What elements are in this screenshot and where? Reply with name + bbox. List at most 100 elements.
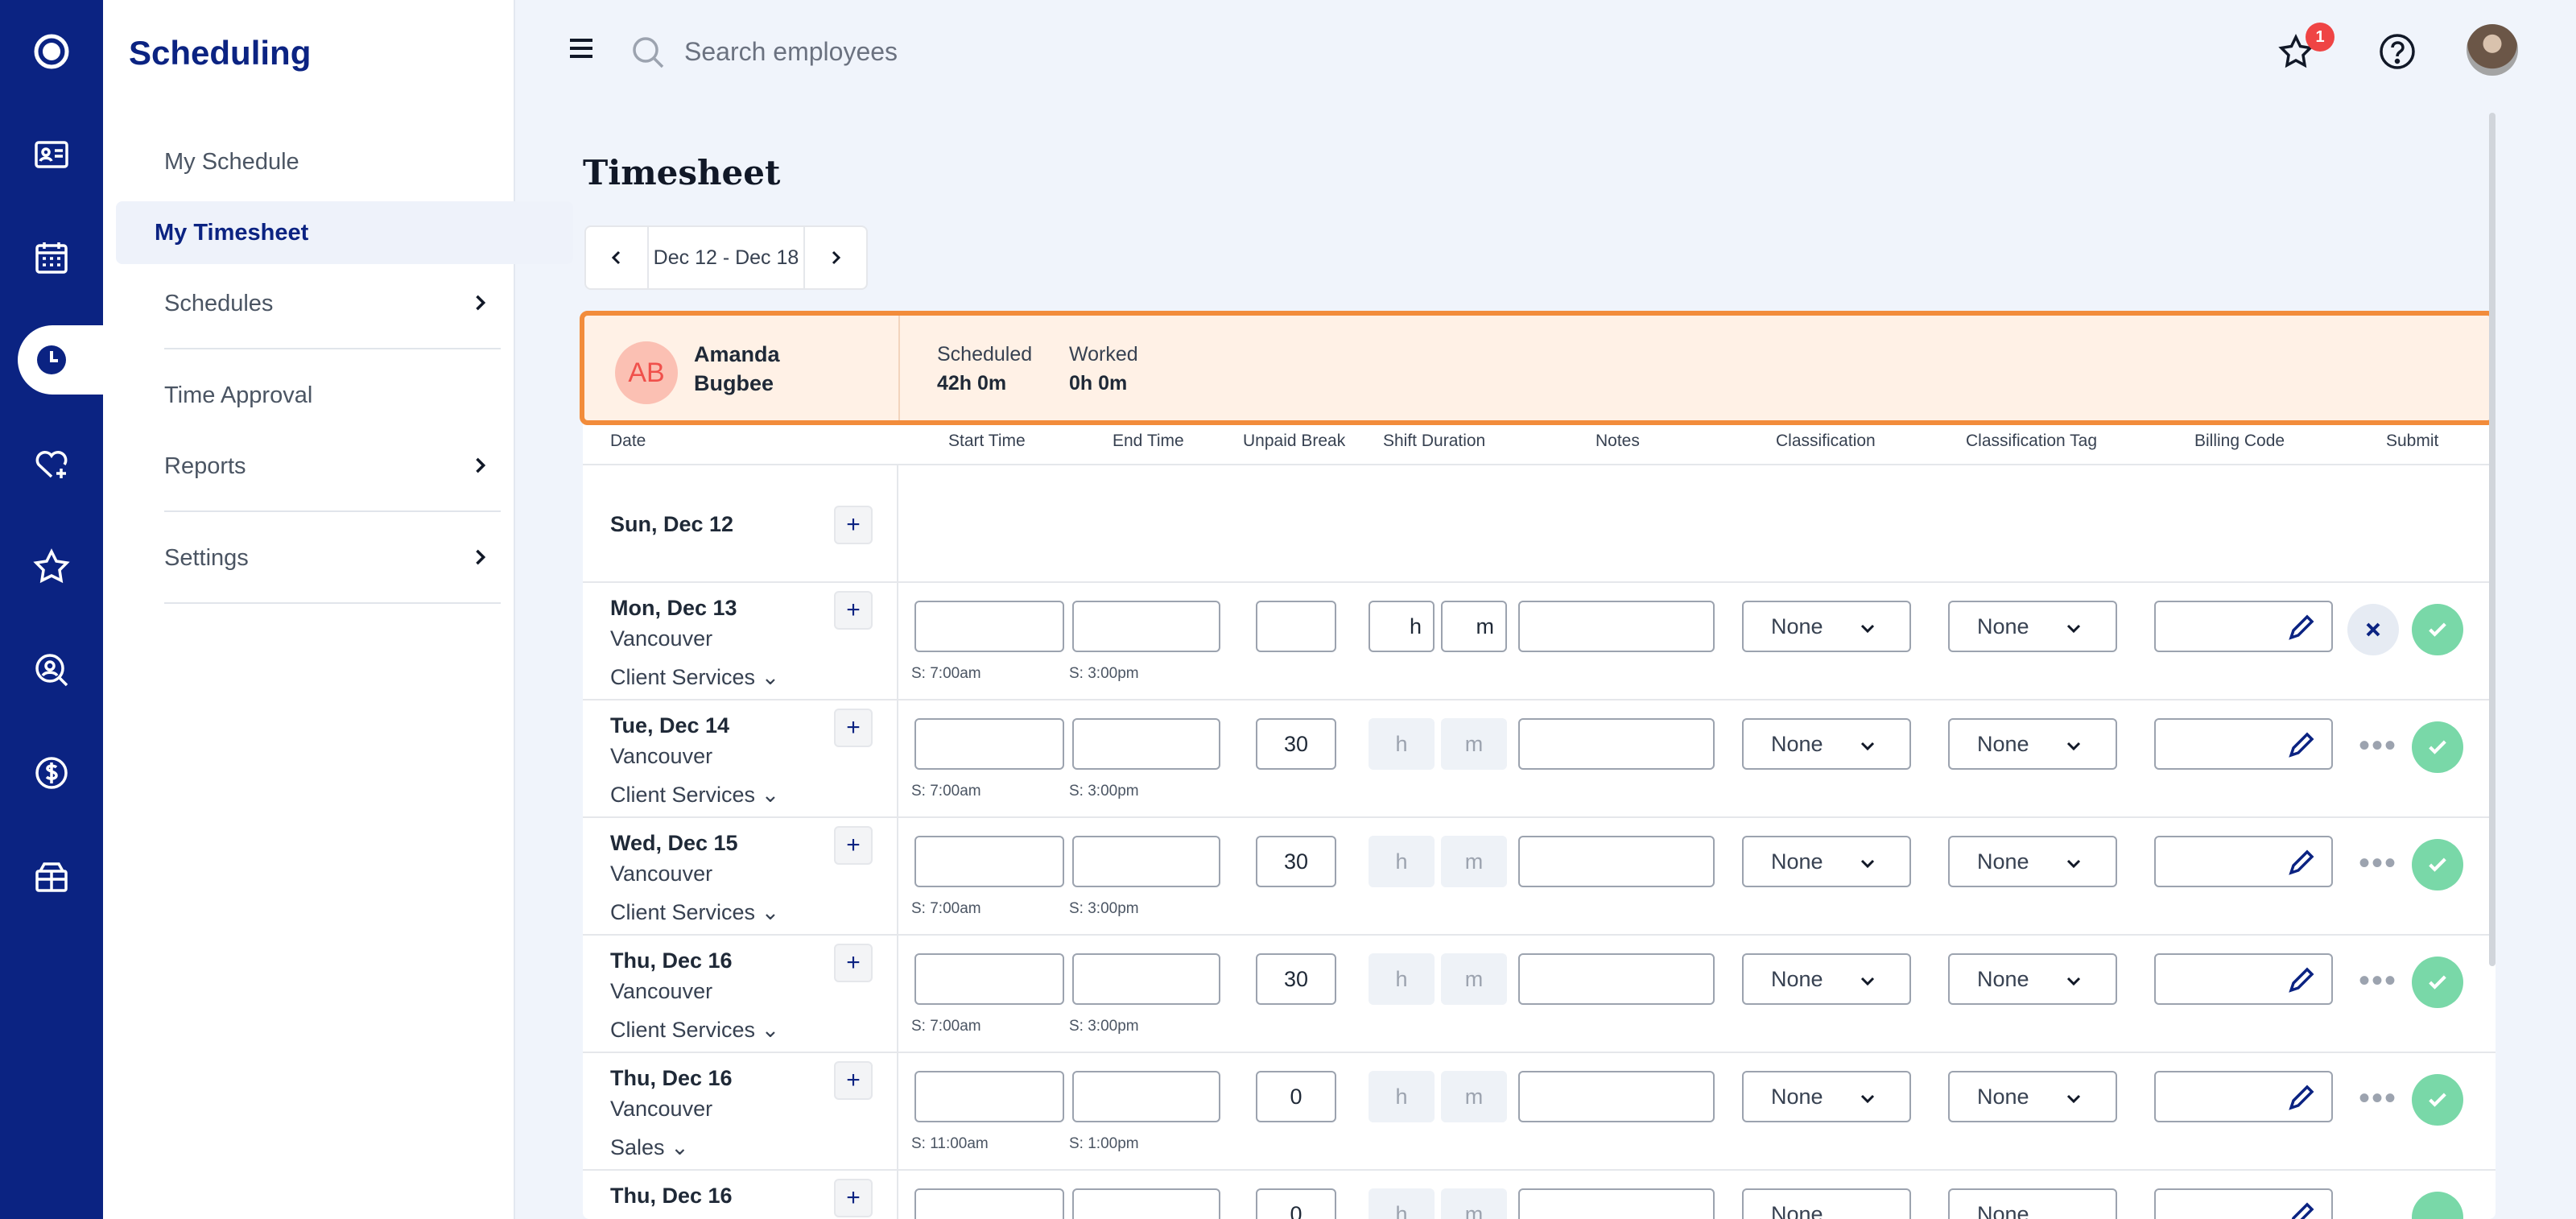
end-time-input[interactable] bbox=[1072, 718, 1220, 770]
menu-item-schedules[interactable]: Schedules bbox=[142, 272, 501, 335]
duration-hours-input: h bbox=[1368, 1071, 1435, 1122]
classification-tag-select[interactable]: None bbox=[1948, 601, 2117, 652]
worked-value: 0h 0m bbox=[1069, 372, 1128, 395]
end-time-input[interactable] bbox=[1072, 601, 1220, 652]
end-time-input[interactable] bbox=[1072, 1071, 1220, 1122]
dollar-icon[interactable] bbox=[19, 741, 84, 805]
gift-icon[interactable] bbox=[19, 844, 84, 908]
date-range-navigator: Dec 12 - Dec 18 bbox=[584, 225, 868, 290]
classification-select[interactable]: None bbox=[1742, 718, 1911, 770]
chevron-down-icon bbox=[2066, 624, 2081, 634]
user-avatar[interactable] bbox=[2467, 24, 2518, 76]
classification-tag-select[interactable]: None bbox=[1948, 836, 2117, 887]
billing-code-input[interactable] bbox=[2154, 718, 2333, 770]
classification-select[interactable]: None bbox=[1742, 601, 1911, 652]
classification-select[interactable]: None bbox=[1742, 836, 1911, 887]
department-dropdown[interactable]: Client Services ⌄ bbox=[610, 1018, 779, 1043]
add-shift-button[interactable]: + bbox=[834, 709, 873, 747]
end-time-input[interactable] bbox=[1072, 836, 1220, 887]
add-shift-button[interactable]: + bbox=[834, 591, 873, 630]
notes-input[interactable] bbox=[1518, 1071, 1715, 1122]
start-time-input[interactable] bbox=[914, 836, 1064, 887]
menu-item-settings[interactable]: Settings bbox=[142, 527, 501, 589]
menu-title: Scheduling bbox=[129, 34, 312, 72]
heart-plus-icon[interactable] bbox=[19, 432, 84, 496]
add-shift-button[interactable]: + bbox=[834, 1061, 873, 1100]
menu-item-reports[interactable]: Reports bbox=[142, 435, 501, 498]
submit-shift-button[interactable] bbox=[2412, 1074, 2463, 1126]
date-range-label[interactable]: Dec 12 - Dec 18 bbox=[647, 227, 805, 288]
unpaid-break-input[interactable] bbox=[1256, 601, 1336, 652]
submit-shift-button[interactable] bbox=[2412, 604, 2463, 655]
page-scrollbar[interactable] bbox=[2489, 113, 2496, 966]
classification-tag-select[interactable]: None bbox=[1948, 1071, 2117, 1122]
rail-active-tab bbox=[18, 325, 103, 395]
start-time-input[interactable] bbox=[914, 1071, 1064, 1122]
billing-code-input[interactable] bbox=[2154, 1071, 2333, 1122]
duration-minutes-input: m bbox=[1441, 836, 1507, 887]
add-shift-button[interactable]: + bbox=[834, 944, 873, 982]
more-options-icon[interactable]: ••• bbox=[2359, 847, 2397, 879]
pencil-icon[interactable] bbox=[2285, 965, 2317, 997]
pencil-icon[interactable] bbox=[2285, 729, 2317, 762]
logo-icon[interactable] bbox=[19, 19, 84, 84]
classification-select[interactable]: None bbox=[1742, 953, 1911, 1005]
hamburger-menu-icon[interactable] bbox=[565, 32, 597, 64]
end-time-input[interactable] bbox=[1072, 953, 1220, 1005]
department-dropdown[interactable]: Client Services ⌄ bbox=[610, 783, 779, 808]
star-icon[interactable] bbox=[19, 535, 84, 599]
submit-shift-button[interactable] bbox=[2412, 721, 2463, 773]
billing-code-input[interactable] bbox=[2154, 601, 2333, 652]
check-icon bbox=[2429, 622, 2446, 637]
classification-tag-select[interactable]: None bbox=[1948, 718, 2117, 770]
department-dropdown[interactable]: Sales ⌄ bbox=[610, 1135, 689, 1160]
id-card-icon[interactable] bbox=[19, 122, 84, 187]
clock-icon[interactable] bbox=[19, 328, 84, 392]
start-time-input[interactable] bbox=[914, 601, 1064, 652]
help-icon[interactable] bbox=[2375, 29, 2420, 74]
classification-value: None bbox=[1771, 1084, 1823, 1109]
classification-value: None bbox=[1771, 849, 1823, 874]
notes-input[interactable] bbox=[1518, 601, 1715, 652]
unpaid-break-input[interactable]: 30 bbox=[1256, 953, 1336, 1005]
menu-item-my-schedule[interactable]: My Schedule bbox=[142, 130, 501, 193]
billing-code-input[interactable] bbox=[2154, 836, 2333, 887]
classification-tag-select[interactable]: None bbox=[1948, 953, 2117, 1005]
submit-shift-button[interactable] bbox=[2412, 839, 2463, 890]
submit-shift-button[interactable] bbox=[2412, 957, 2463, 1008]
more-options-icon[interactable]: ••• bbox=[2359, 1082, 2397, 1114]
unpaid-break-input[interactable]: 0 bbox=[1256, 1071, 1336, 1122]
pencil-icon[interactable] bbox=[2285, 847, 2317, 879]
department-dropdown[interactable]: Client Services ⌄ bbox=[610, 665, 779, 690]
notes-input[interactable] bbox=[1518, 718, 1715, 770]
previous-week-button[interactable] bbox=[586, 227, 647, 288]
duration-hours-input[interactable]: h bbox=[1368, 601, 1435, 652]
scheduled-value: 42h 0m bbox=[937, 372, 1007, 395]
classification-select[interactable]: None bbox=[1742, 1071, 1911, 1122]
top-bar bbox=[515, 0, 2576, 103]
notes-input[interactable] bbox=[1518, 953, 1715, 1005]
start-time-input[interactable] bbox=[914, 718, 1064, 770]
menu-item-time-approval[interactable]: Time Approval bbox=[142, 364, 501, 427]
next-week-button[interactable] bbox=[805, 227, 866, 288]
notes-input[interactable] bbox=[1518, 836, 1715, 887]
pencil-icon[interactable] bbox=[2285, 1082, 2317, 1114]
start-time-input[interactable] bbox=[914, 953, 1064, 1005]
search-input[interactable] bbox=[684, 29, 1248, 74]
start-time-hint: S: 7:00am bbox=[911, 665, 981, 682]
menu-item-my-timesheet[interactable]: My Timesheet bbox=[116, 201, 573, 264]
billing-code-input[interactable] bbox=[2154, 953, 2333, 1005]
search-person-icon[interactable] bbox=[19, 638, 84, 702]
calendar-icon[interactable] bbox=[19, 225, 84, 290]
duration-minutes-input[interactable]: m bbox=[1441, 601, 1507, 652]
add-shift-button[interactable]: + bbox=[834, 826, 873, 865]
unpaid-break-input[interactable]: 30 bbox=[1256, 718, 1336, 770]
department-dropdown[interactable]: Client Services ⌄ bbox=[610, 900, 779, 925]
unpaid-break-input[interactable]: 30 bbox=[1256, 836, 1336, 887]
pencil-icon[interactable] bbox=[2285, 612, 2317, 644]
add-shift-button[interactable]: + bbox=[834, 506, 873, 544]
more-options-icon[interactable]: ••• bbox=[2359, 729, 2397, 762]
cancel-edit-button[interactable] bbox=[2347, 604, 2399, 655]
more-options-icon[interactable]: ••• bbox=[2359, 965, 2397, 997]
col-header-date: Date bbox=[610, 432, 646, 450]
